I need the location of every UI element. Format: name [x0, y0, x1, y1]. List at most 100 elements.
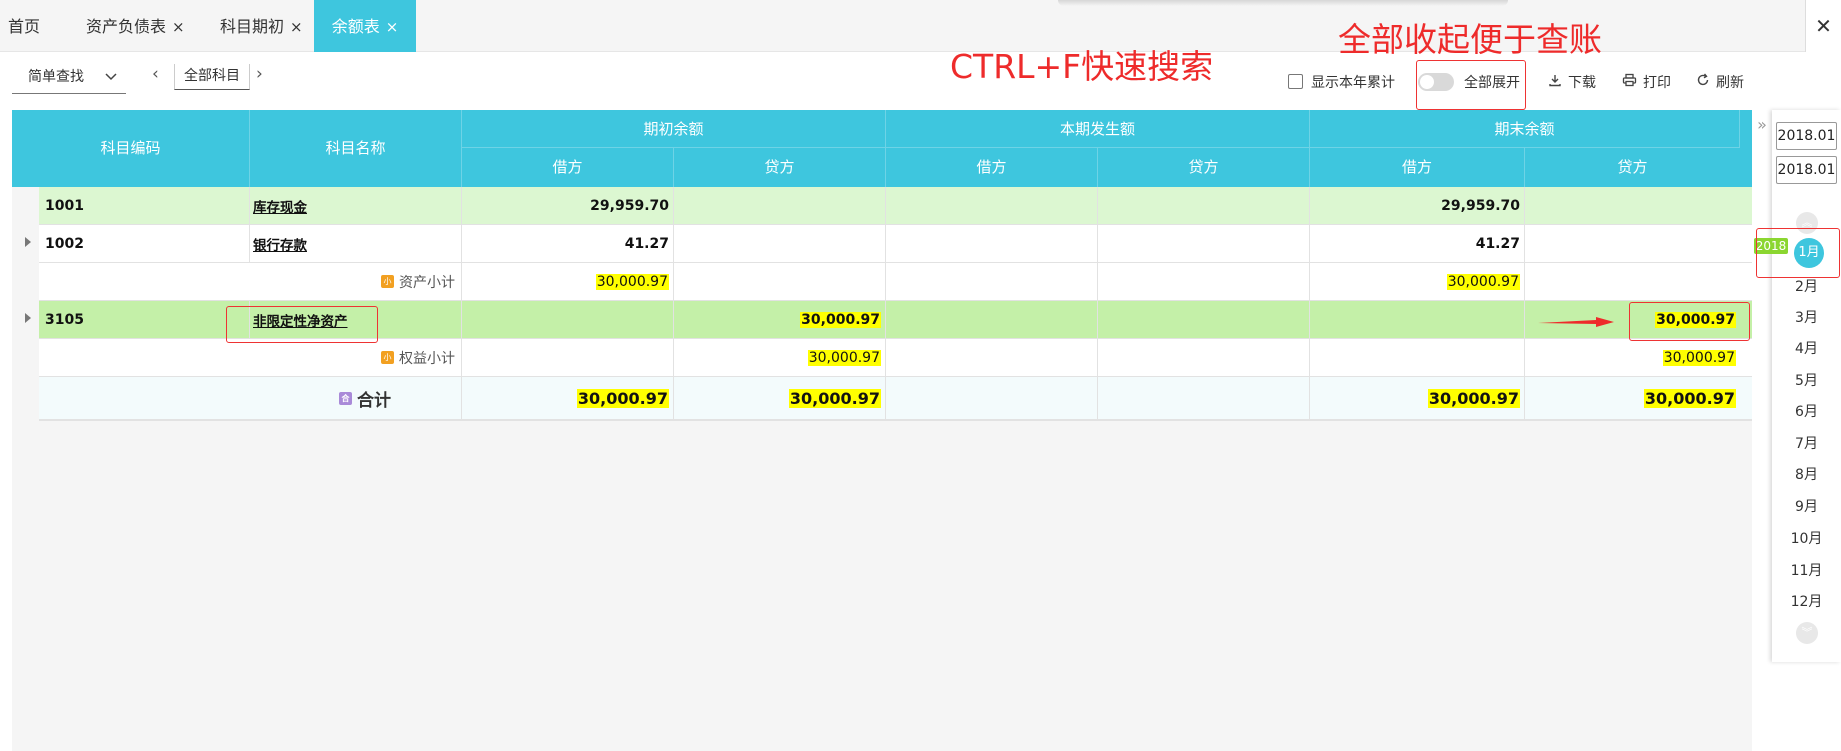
- opening-debit: [462, 339, 674, 376]
- period-credit: [1098, 263, 1310, 300]
- period-credit: [1098, 187, 1310, 224]
- header-period-amount: 本期发生额: [886, 110, 1310, 148]
- month-item[interactable]: 5月: [1772, 370, 1841, 390]
- all-subjects-selector[interactable]: 全部科目: [174, 64, 250, 90]
- print-label: 打印: [1643, 75, 1671, 91]
- month-item[interactable]: 2月: [1772, 276, 1841, 296]
- month-item[interactable]: 12月: [1772, 591, 1841, 611]
- closing-debit: [1310, 339, 1525, 376]
- close-icon[interactable]: ×: [290, 18, 303, 36]
- annotation-arrow-icon: [1538, 317, 1614, 327]
- tab-label: 资产负债表: [86, 17, 167, 36]
- account-code: 1001: [39, 187, 250, 224]
- period-debit: [886, 263, 1098, 300]
- period-debit: [886, 225, 1098, 262]
- header-account-name: 科目名称: [250, 110, 462, 187]
- next-subject-button[interactable]: ›: [256, 64, 263, 84]
- checkbox-box[interactable]: [1288, 74, 1303, 89]
- month-item[interactable]: 7月: [1772, 433, 1841, 453]
- end-period-input[interactable]: 2018.01: [1776, 156, 1837, 184]
- tab-balance-sheet[interactable]: 资产负债表 ×: [86, 0, 185, 52]
- closing-credit: [1525, 187, 1740, 224]
- total-text: 合计: [357, 390, 391, 411]
- month-item[interactable]: 8月: [1772, 464, 1841, 484]
- closing-credit: 30,000.97: [1643, 388, 1736, 408]
- scroll-down-icon[interactable]: ︾: [1796, 622, 1818, 644]
- month-item[interactable]: 6月: [1772, 401, 1841, 421]
- prev-subject-button[interactable]: ‹: [152, 64, 159, 84]
- period-debit: [886, 187, 1098, 224]
- close-icon[interactable]: ×: [386, 18, 399, 36]
- period-debit: [886, 377, 1098, 419]
- month-item[interactable]: 10月: [1772, 528, 1841, 548]
- show-year-total-checkbox[interactable]: 显示本年累计: [1288, 72, 1395, 92]
- opening-credit: [674, 187, 886, 224]
- expand-row-icon[interactable]: [25, 313, 31, 323]
- popup-shadow: [1058, 0, 1508, 6]
- closing-credit: 30,000.97: [1662, 349, 1736, 366]
- header-credit: 贷方: [1617, 158, 1648, 176]
- download-label: 下载: [1568, 75, 1596, 91]
- total-icon: 合: [339, 391, 352, 405]
- opening-credit: 30,000.97: [674, 377, 886, 419]
- refresh-icon: [1697, 73, 1709, 86]
- annotation-box-month: [1756, 228, 1840, 278]
- table-row[interactable]: 1002 银行存款 41.27 41.27: [25, 225, 1752, 263]
- refresh-button[interactable]: 刷新: [1696, 72, 1744, 92]
- closing-debit: 30,000.97: [1310, 377, 1525, 419]
- month-item[interactable]: 3月: [1772, 307, 1841, 327]
- account-code: 3105: [39, 301, 250, 338]
- opening-credit: [674, 225, 886, 262]
- tab-home[interactable]: 首页: [8, 0, 40, 52]
- annotation-box-expand: [1416, 60, 1526, 110]
- closing-credit: [1525, 225, 1740, 262]
- refresh-label: 刷新: [1716, 75, 1744, 91]
- tab-label: 科目期初: [220, 17, 285, 36]
- header-closing-balance: 期末余额: [1310, 110, 1740, 148]
- subtotal-text: 权益小计: [399, 350, 455, 367]
- opening-credit: [674, 263, 886, 300]
- tab-opening-balances[interactable]: 科目期初 ×: [220, 0, 303, 52]
- account-name-link[interactable]: 库存现金: [250, 187, 462, 224]
- annotation-collapse-tip: 全部收起便于查账: [1338, 20, 1602, 59]
- simple-search-label: 简单查找: [28, 69, 84, 85]
- header-debit: 借方: [1310, 148, 1525, 187]
- table-row[interactable]: 1001 库存现金 29,959.70 29,959.70: [39, 187, 1752, 225]
- close-icon[interactable]: ×: [172, 18, 185, 36]
- period-credit: [1098, 301, 1310, 338]
- closing-debit: 41.27: [1310, 225, 1525, 262]
- subtotal-row-equity: 小权益小计 30,000.97 30,000.97: [39, 339, 1752, 377]
- subtotal-icon: 小: [381, 275, 394, 288]
- period-credit: [1098, 339, 1310, 376]
- printer-icon: [1622, 73, 1637, 87]
- expand-row-icon[interactable]: [25, 237, 31, 247]
- opening-credit: 30,000.97: [674, 301, 886, 338]
- closing-credit: [1525, 263, 1740, 300]
- month-item[interactable]: 9月: [1772, 496, 1841, 516]
- show-year-total-label: 显示本年累计: [1311, 75, 1395, 91]
- closing-debit: 29,959.70: [1310, 187, 1525, 224]
- chevron-down-icon: [105, 73, 117, 81]
- window-close-icon[interactable]: ✕: [1805, 0, 1841, 52]
- period-debit: [886, 339, 1098, 376]
- simple-search-dropdown[interactable]: 简单查找: [12, 62, 126, 94]
- opening-debit: 30,000.97: [462, 263, 674, 300]
- collapse-panel-icon[interactable]: »: [1752, 110, 1772, 142]
- header-account-code: 科目编码: [12, 110, 250, 187]
- start-period-input[interactable]: 2018.01: [1776, 122, 1837, 150]
- period-selector-panel: 2018.01 2018.01 ︽ 2月 3月 4月 5月 6月 7月 8月 9…: [1772, 110, 1841, 662]
- account-name-link[interactable]: 银行存款: [250, 225, 462, 262]
- print-button[interactable]: 打印: [1622, 72, 1671, 92]
- header-opening-balance: 期初余额: [462, 110, 886, 148]
- closing-debit: 30,000.97: [1310, 263, 1525, 300]
- subtotal-text: 资产小计: [399, 274, 455, 291]
- annotation-box-closing-credit: [1629, 302, 1750, 341]
- closing-debit: [1310, 301, 1525, 338]
- tab-trial-balance[interactable]: 余额表 ×: [314, 0, 416, 52]
- month-item[interactable]: 11月: [1772, 560, 1841, 580]
- month-item[interactable]: 4月: [1772, 338, 1841, 358]
- download-button[interactable]: 下载: [1548, 72, 1596, 92]
- total-row: 合合计 30,000.97 30,000.97 30,000.97 30,000…: [39, 377, 1752, 421]
- account-code: 1002: [39, 225, 250, 262]
- subtotal-label: 小权益小计: [39, 339, 462, 376]
